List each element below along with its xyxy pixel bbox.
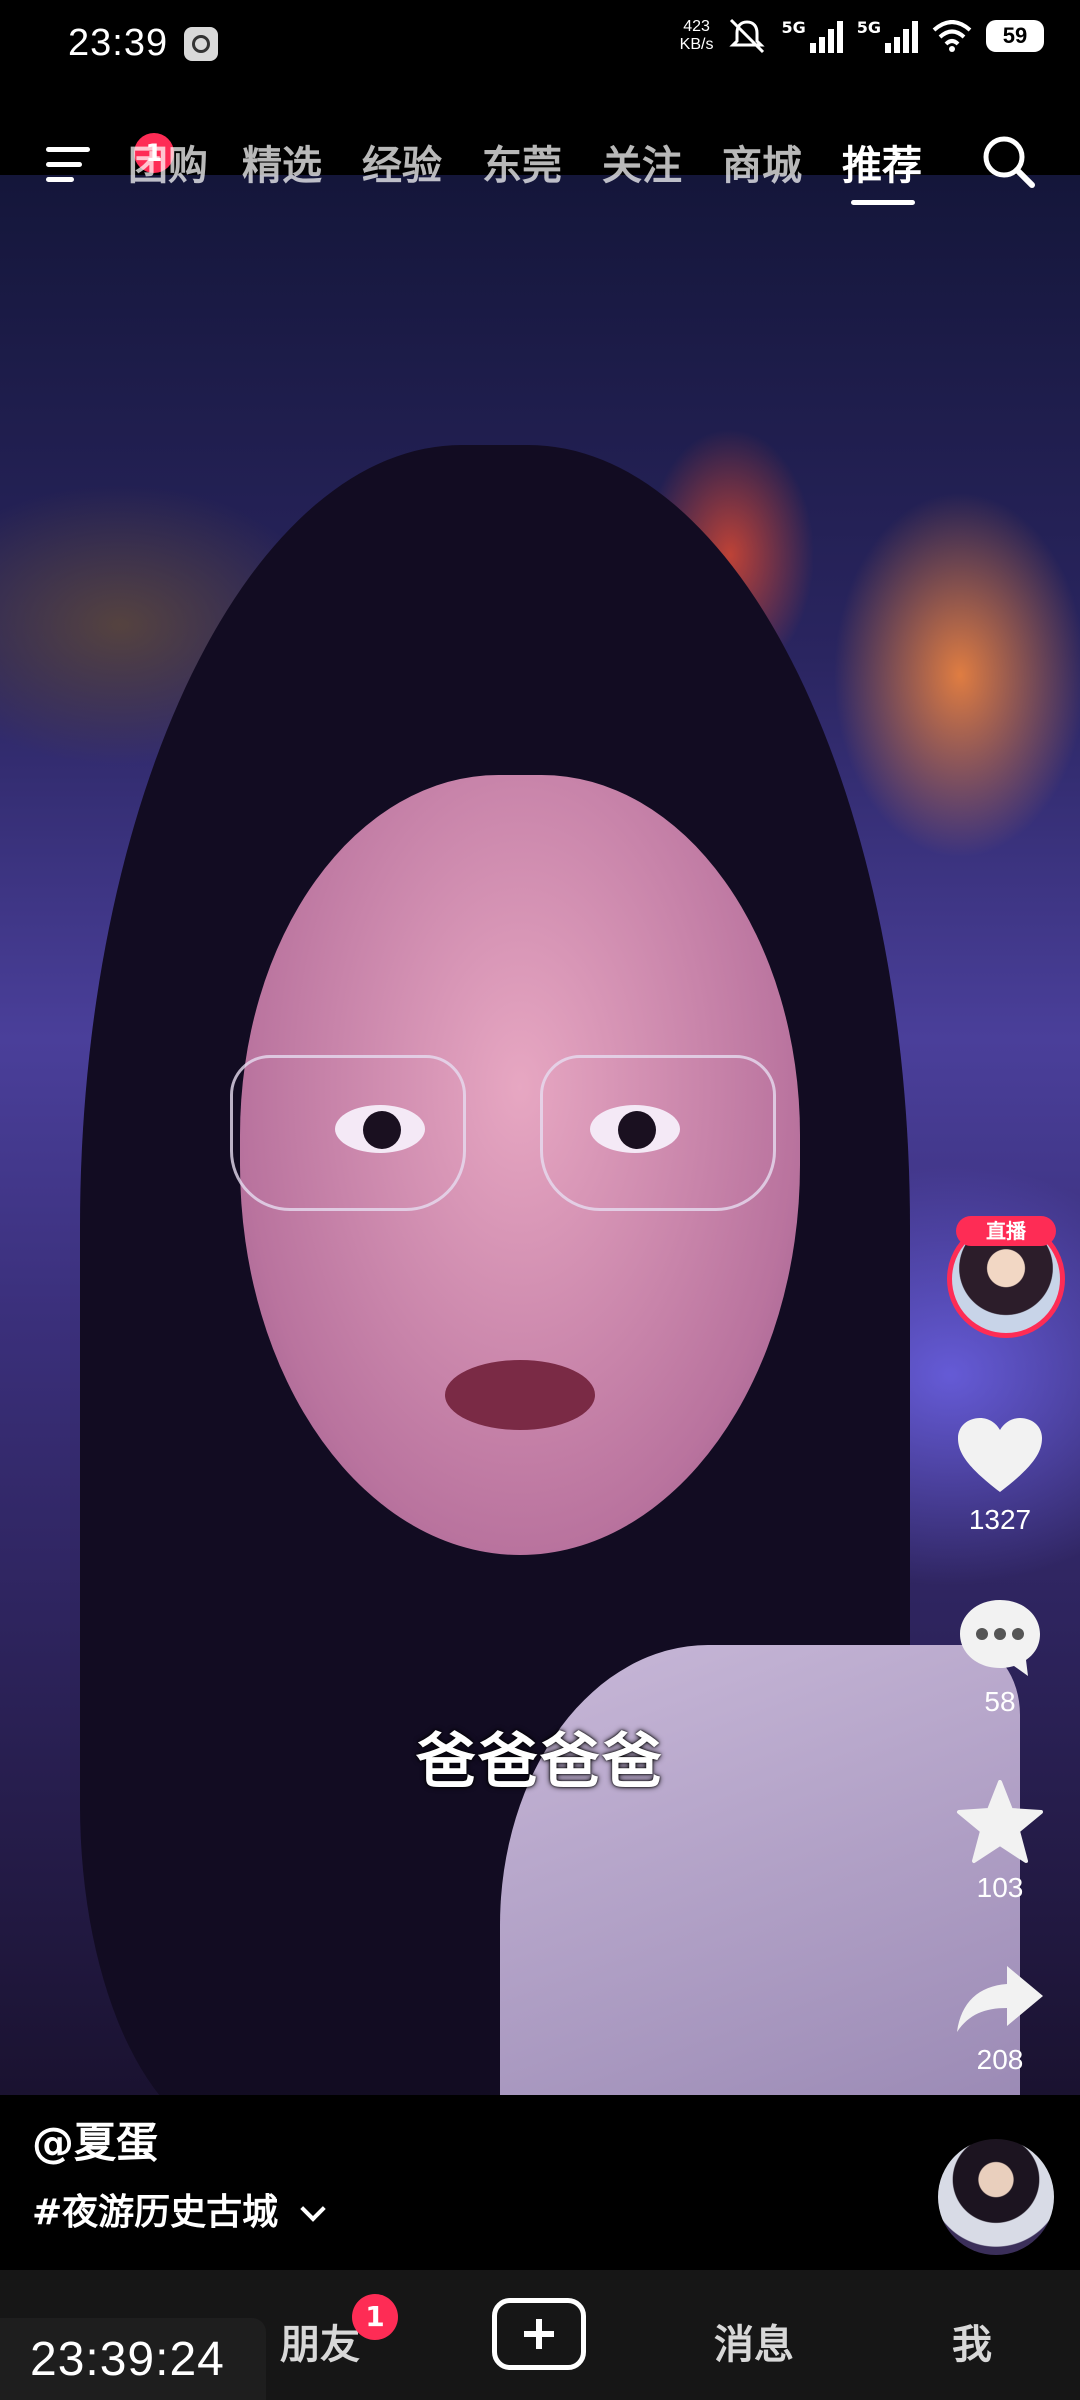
share-count: 208 bbox=[976, 2044, 1024, 2075]
floating-clock-time: 23:39:24 bbox=[30, 2333, 225, 2386]
tab-featured[interactable]: 精选 bbox=[242, 133, 322, 191]
active-tab-indicator bbox=[851, 200, 915, 205]
share-button[interactable]: 208 bbox=[920, 1962, 1080, 2076]
clock-app-icon bbox=[184, 27, 218, 61]
comment-button[interactable]: 58 bbox=[920, 1596, 1080, 1718]
like-count: 1327 bbox=[968, 1504, 1032, 1535]
heart-icon bbox=[958, 1418, 1042, 1492]
status-time: 23:39 bbox=[68, 22, 169, 64]
network-label-1: 5G bbox=[781, 18, 806, 37]
tab-recommended[interactable]: 推荐 bbox=[842, 133, 922, 191]
signal-icon-2 bbox=[885, 19, 918, 53]
hashtag-link[interactable]: #夜游历史古城 bbox=[32, 2183, 326, 2235]
hashtag-text: #夜游历史古城 bbox=[32, 2192, 279, 2233]
share-icon bbox=[957, 1966, 1043, 2032]
search-icon[interactable] bbox=[980, 133, 1036, 189]
tab-experience[interactable]: 经验 bbox=[362, 133, 442, 191]
comment-icon bbox=[960, 1600, 1040, 1676]
tab-group-buy[interactable]: 团购 bbox=[128, 133, 208, 191]
nav-friends[interactable]: 朋友 bbox=[280, 2312, 360, 2370]
network-label-2: 5G bbox=[856, 18, 881, 37]
floating-clock: 23:39:24 bbox=[0, 2318, 266, 2400]
mute-icon bbox=[729, 18, 766, 54]
favorite-count: 103 bbox=[976, 1872, 1024, 1903]
video-subtitle: 爸爸爸爸 bbox=[416, 1727, 664, 1797]
tab-local-city[interactable]: 东莞 bbox=[482, 133, 562, 191]
video-player[interactable] bbox=[0, 175, 1080, 2095]
create-post-button[interactable] bbox=[492, 2298, 586, 2370]
wifi-icon bbox=[932, 20, 972, 52]
author-name[interactable]: @夏蛋 bbox=[32, 2109, 158, 2170]
status-indicators: 423 KB/s 5G 5G 59 bbox=[680, 18, 1044, 54]
like-button[interactable]: 1327 bbox=[920, 1416, 1080, 1536]
tab-following[interactable]: 关注 bbox=[602, 133, 682, 191]
net-speed: 423 KB/s bbox=[680, 18, 714, 54]
net-speed-value: 423 bbox=[683, 18, 710, 35]
video-subject bbox=[80, 445, 1020, 2095]
menu-icon[interactable]: 1 bbox=[46, 133, 174, 187]
tab-mall[interactable]: 商城 bbox=[722, 133, 802, 191]
live-tag: 直播 bbox=[956, 1216, 1056, 1246]
top-tab-bar: 1 团购 精选 经验 东莞 关注 商城 推荐 bbox=[0, 125, 1080, 205]
nav-messages[interactable]: 消息 bbox=[714, 2312, 794, 2370]
nav-me[interactable]: 我 bbox=[952, 2312, 992, 2370]
status-bar: 23:39 423 KB/s 5G 5G 59 bbox=[0, 0, 1080, 95]
music-disc-avatar[interactable] bbox=[938, 2139, 1054, 2255]
signal-icon-1 bbox=[809, 19, 843, 53]
post-info: @夏蛋 #夜游历史古城 bbox=[0, 2095, 1080, 2270]
battery-icon: 59 bbox=[986, 20, 1044, 52]
chevron-down-icon[interactable] bbox=[300, 2196, 326, 2222]
net-speed-unit: KB/s bbox=[679, 36, 714, 53]
friends-badge: 1 bbox=[352, 2294, 398, 2340]
